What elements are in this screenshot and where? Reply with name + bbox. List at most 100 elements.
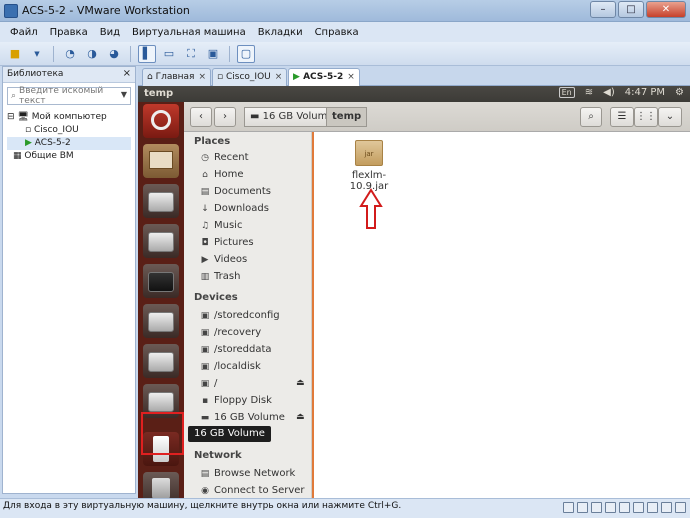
grid-view-button[interactable]: ⋮⋮ xyxy=(634,107,658,127)
tree-item-my-computer[interactable]: ⊟ 🖥 Мой компьютер xyxy=(7,111,131,124)
breadcrumb-temp[interactable]: temp xyxy=(326,107,368,127)
launcher-drive-icon[interactable] xyxy=(143,224,179,258)
sidebar-item-browse-network[interactable]: ▤ Browse Network xyxy=(200,468,296,479)
menu-file[interactable]: Файл xyxy=(4,27,44,38)
display-status-icon[interactable] xyxy=(661,502,672,513)
launcher-tools-icon[interactable] xyxy=(143,104,179,138)
floppy-status-icon[interactable] xyxy=(591,502,602,513)
tree-item-cisco-iou[interactable]: ▫ Cisco_IOU xyxy=(7,124,131,137)
launcher-drive-icon[interactable] xyxy=(143,304,179,338)
tree-item-shared-vms[interactable]: ▦ Общие ВМ xyxy=(7,150,131,163)
snapshot-manager-icon[interactable]: ◕ xyxy=(105,45,123,63)
power-on-icon[interactable]: ■ xyxy=(6,45,24,63)
network-icon[interactable]: ≋ xyxy=(585,87,593,98)
launcher-drive-icon[interactable] xyxy=(143,184,179,218)
sidebar-item-storedconfig[interactable]: ▣ /storedconfig xyxy=(200,310,280,321)
dropdown-icon[interactable]: ▼ xyxy=(28,45,46,63)
sidebar-item-root[interactable]: ▣ / xyxy=(200,378,218,389)
sidebar-item-label: /localdisk xyxy=(214,361,261,372)
sidebar-item-recovery[interactable]: ▣ /recovery xyxy=(200,327,261,338)
tab-bar: ⌂ Главная × ▫ Cisco_IOU × ▶ ACS-5-2 × xyxy=(138,66,690,87)
printer-status-icon[interactable] xyxy=(647,502,658,513)
ubuntu-top-panel: temp En ≋ ◀) 4:47 PM ⚙ xyxy=(138,86,690,102)
cdrom-status-icon[interactable] xyxy=(577,502,588,513)
gear-icon[interactable]: ⚙ xyxy=(675,87,684,98)
maximize-button[interactable]: □ xyxy=(618,1,644,18)
tab-close-icon[interactable]: × xyxy=(198,72,206,82)
red-arrow-annotation xyxy=(359,188,383,229)
console-view-icon[interactable]: ▢ xyxy=(237,44,255,63)
menu-vm[interactable]: Виртуальная машина xyxy=(126,27,252,38)
sidebar-item-trash[interactable]: ▥ Trash xyxy=(200,271,241,282)
sidebar-item-documents[interactable]: ▤ Documents xyxy=(200,186,271,197)
eject-icon[interactable]: ⏏ xyxy=(296,412,305,422)
sidebar-item-label: /storeddata xyxy=(214,344,272,355)
sidebar-item-downloads[interactable]: ↓ Downloads xyxy=(200,203,269,214)
usb-status-icon[interactable] xyxy=(619,502,630,513)
tab-cisco-iou[interactable]: ▫ Cisco_IOU × xyxy=(212,68,288,86)
library-search-input[interactable]: ⌕ Введите искомый текст ▼ xyxy=(7,86,131,106)
tree-item-label: Cisco_IOU xyxy=(33,125,79,135)
window-title: ACS-5-2 - VMware Workstation xyxy=(22,4,190,17)
search-button[interactable]: ⌕ xyxy=(580,107,602,127)
view-options-button[interactable]: ⌄ xyxy=(658,107,682,127)
eject-icon[interactable]: ⏏ xyxy=(296,378,305,388)
sidebar-item-label: Recent xyxy=(214,152,249,163)
full-screen-icon[interactable]: ⛶ xyxy=(182,45,200,63)
file-item[interactable]: jar flexlm-10.9.jar xyxy=(334,140,404,192)
revert-snapshot-icon[interactable]: ◑ xyxy=(83,45,101,63)
volume-icon[interactable]: ◀) xyxy=(603,87,615,98)
launcher-drive-icon[interactable] xyxy=(143,344,179,378)
places-sidebar: Places ◷ Recent ⌂ Home ▤ Documents ↓ Downloa… xyxy=(184,132,312,498)
launcher-floppy-icon[interactable] xyxy=(143,264,179,298)
menu-help[interactable]: Справка xyxy=(309,27,365,38)
list-view-button[interactable]: ☰ xyxy=(610,107,634,127)
launcher-trash-icon[interactable] xyxy=(143,472,179,498)
forward-button[interactable]: › xyxy=(214,107,236,127)
sidebar-item-connect-to-server[interactable]: ◉ Connect to Server xyxy=(200,485,305,496)
document-icon: ▤ xyxy=(200,186,210,197)
sidebar-item-storeddata[interactable]: ▣ /storeddata xyxy=(200,344,272,355)
back-button[interactable]: ‹ xyxy=(190,107,212,127)
sound-status-icon[interactable] xyxy=(633,502,644,513)
hdd-status-icon[interactable] xyxy=(563,502,574,513)
quick-switch-icon[interactable]: ▭ xyxy=(160,45,178,63)
clock[interactable]: 4:47 PM xyxy=(625,87,665,98)
library-close-icon[interactable]: × xyxy=(123,68,131,79)
chevron-down-icon[interactable]: ▼ xyxy=(121,90,127,99)
menu-view[interactable]: Вид xyxy=(94,27,126,38)
network-status-icon[interactable] xyxy=(605,502,616,513)
message-status-icon[interactable] xyxy=(675,502,686,513)
tab-acs-5-2[interactable]: ▶ ACS-5-2 × xyxy=(288,68,360,87)
menu-tabs[interactable]: Вкладки xyxy=(252,27,309,38)
tab-close-icon[interactable]: × xyxy=(347,72,355,82)
sidebar-item-home[interactable]: ⌂ Home xyxy=(200,169,243,180)
server-icon: ◉ xyxy=(201,485,209,496)
show-library-icon[interactable]: ▌ xyxy=(138,44,156,63)
close-window-button[interactable]: ✕ xyxy=(646,1,686,18)
file-view[interactable]: jar flexlm-10.9.jar xyxy=(314,132,690,498)
library-title: Библиотека xyxy=(7,69,64,79)
toolbar-divider xyxy=(53,45,54,62)
sidebar-item-localdisk[interactable]: ▣ /localdisk xyxy=(200,361,261,372)
tree-item-label: Мой компьютер xyxy=(31,112,107,122)
snapshot-icon[interactable]: ◔ xyxy=(61,45,79,63)
keyboard-layout-indicator[interactable]: En xyxy=(558,87,575,98)
tree-item-label: Общие ВМ xyxy=(24,151,74,161)
search-placeholder: Введите искомый текст xyxy=(19,86,104,106)
sidebar-item-recent[interactable]: ◷ Recent xyxy=(200,152,249,163)
sidebar-item-16gb-volume[interactable]: ▬ 16 GB Volume xyxy=(200,412,285,423)
unity-icon[interactable]: ▣ xyxy=(204,45,222,63)
menu-edit[interactable]: Правка xyxy=(44,27,94,38)
sidebar-item-floppy-disk[interactable]: ▪ Floppy Disk xyxy=(200,395,272,406)
sidebar-item-label: Connect to Server xyxy=(214,485,305,496)
sidebar-item-videos[interactable]: ▶ Videos xyxy=(200,254,248,265)
sidebar-item-label: Documents xyxy=(214,186,272,197)
minimize-button[interactable]: – xyxy=(590,1,616,18)
tree-item-acs-5-2[interactable]: ▶ ACS-5-2 xyxy=(7,137,131,150)
launcher-file-manager-icon[interactable] xyxy=(143,144,179,178)
tab-home[interactable]: ⌂ Главная × xyxy=(142,68,212,86)
sidebar-item-pictures[interactable]: ◘ Pictures xyxy=(200,237,253,248)
sidebar-item-music[interactable]: ♫ Music xyxy=(200,220,243,231)
tab-close-icon[interactable]: × xyxy=(275,72,283,82)
